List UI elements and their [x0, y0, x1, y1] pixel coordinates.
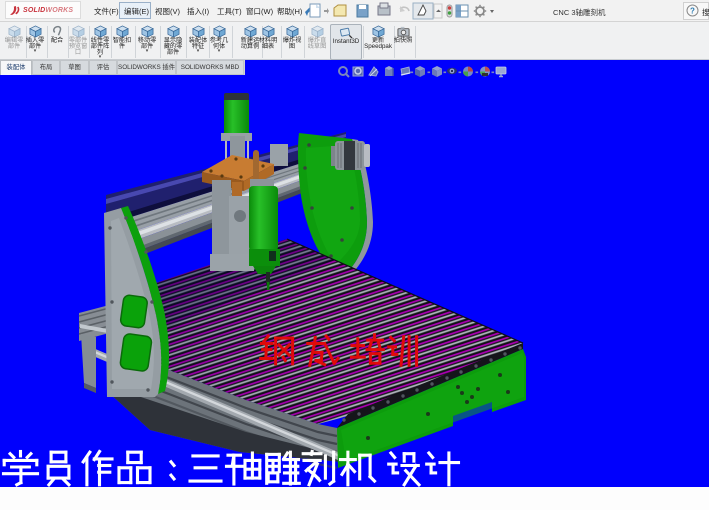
svg-text:?: ?	[690, 7, 695, 16]
